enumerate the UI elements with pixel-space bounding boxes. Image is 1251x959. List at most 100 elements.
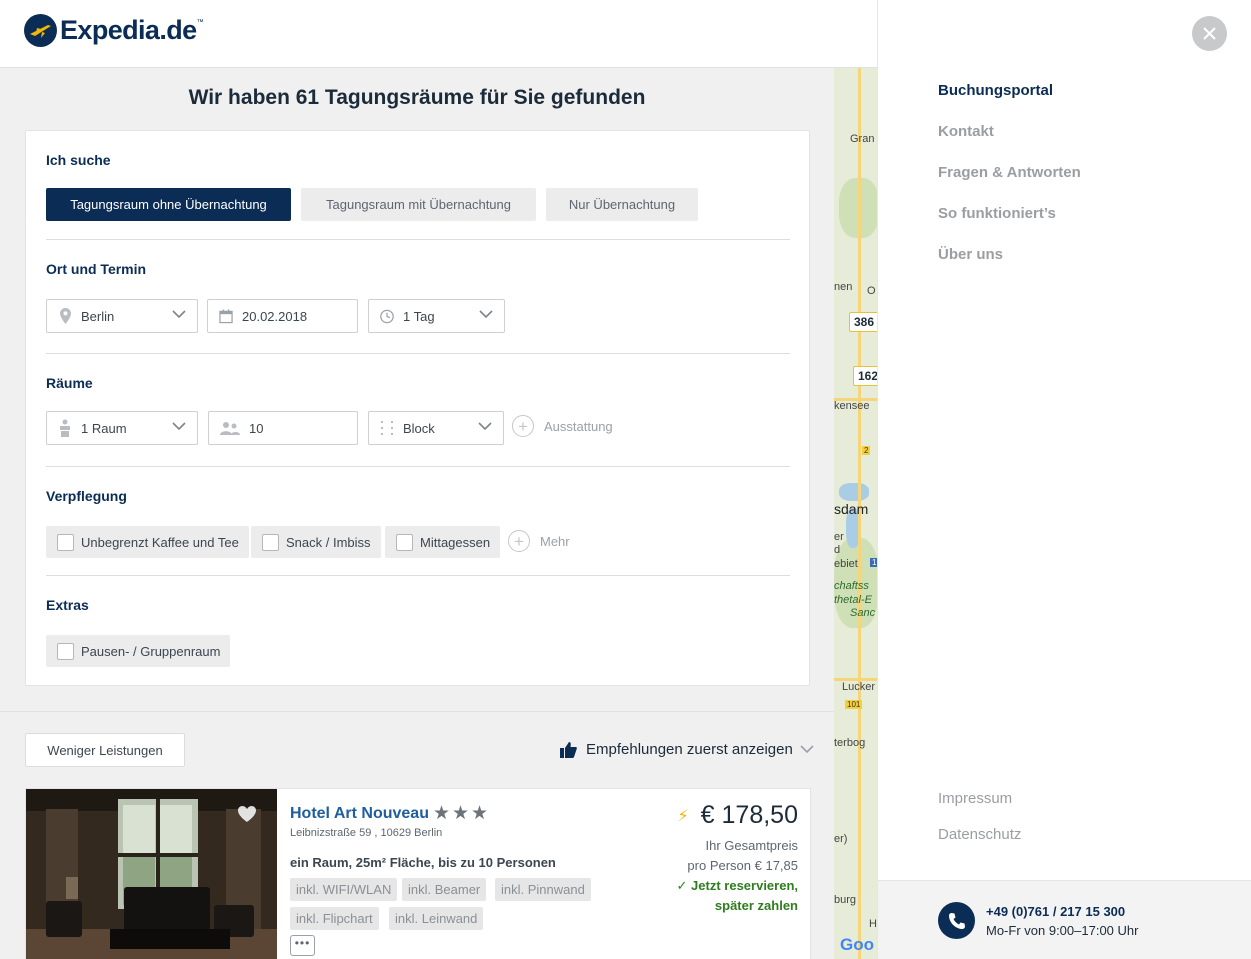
plus-icon: + bbox=[512, 415, 534, 437]
results-map[interactable]: Gran nen O kensee sdam er d ebiet chafts… bbox=[834, 68, 877, 959]
map-label: Lucker bbox=[842, 681, 876, 693]
more-label: Mehr bbox=[540, 533, 570, 549]
logo-trademark: ™ bbox=[196, 19, 204, 26]
feature-tag: inkl. Leinwand bbox=[389, 907, 484, 930]
results-heading-prefix: Wir haben bbox=[188, 86, 296, 109]
total-price: € 178,50 bbox=[700, 801, 798, 829]
menu-item-how-it-works[interactable]: So funktioniert’s bbox=[938, 205, 1056, 222]
map-price-pin[interactable]: 162 bbox=[853, 366, 877, 386]
type-tab-without-overnight[interactable]: Tagungsraum ohne Übernachtung bbox=[46, 188, 291, 221]
seating-select[interactable]: Block bbox=[368, 411, 504, 445]
equipment-label: Ausstattung bbox=[544, 418, 613, 434]
feature-tag: inkl. Flipchart bbox=[290, 907, 379, 930]
plus-icon: + bbox=[508, 530, 530, 552]
map-label: nen bbox=[834, 281, 853, 293]
hotel-photo[interactable] bbox=[26, 789, 277, 959]
feature-tag: inkl. WIFI/WLAN bbox=[290, 878, 398, 901]
results-heading-suffix: für Sie gefunden bbox=[473, 86, 646, 109]
map-label: er bbox=[834, 531, 844, 543]
sort-label: Empfehlungen zuerst anzeigen bbox=[586, 741, 793, 758]
main-app: Expedia.de ™ Gran nen O kensee sdam er d… bbox=[0, 0, 877, 959]
city-value: Berlin bbox=[81, 308, 115, 324]
feature-tag: inkl. Beamer bbox=[402, 878, 487, 901]
hotel-name-link[interactable]: Hotel Art Nouveau ★★★ bbox=[290, 802, 490, 825]
type-tab-overnight-only[interactable]: Nur Übernachtung bbox=[546, 188, 698, 221]
menu-item-faq[interactable]: Fragen & Antworten bbox=[938, 164, 1081, 181]
duration-select[interactable]: 1 Tag bbox=[368, 299, 505, 333]
heart-icon[interactable] bbox=[237, 805, 257, 823]
persons-icon bbox=[220, 420, 240, 436]
seating-value: Block bbox=[403, 420, 435, 436]
catering-label: Snack / Imbiss bbox=[286, 534, 371, 550]
catering-option-snack[interactable]: Snack / Imbiss bbox=[251, 526, 381, 558]
feature-tag: inkl. Pinnwand bbox=[495, 878, 591, 901]
rooms-select[interactable]: 1 Raum bbox=[46, 411, 198, 445]
google-logo: Goo bbox=[840, 935, 874, 954]
phone-icon[interactable] bbox=[938, 902, 975, 939]
duration-value: 1 Tag bbox=[403, 308, 435, 324]
plane-logo-icon bbox=[24, 14, 57, 47]
menu-item-booking-portal[interactable]: Buchungsportal bbox=[938, 82, 1053, 99]
map-label: thetal-E bbox=[834, 594, 872, 606]
catering-label: Mittagessen bbox=[420, 534, 491, 550]
menu-item-about-us[interactable]: Über uns bbox=[938, 246, 1003, 263]
imprint-link[interactable]: Impressum bbox=[938, 790, 1012, 807]
thumbs-up-icon bbox=[560, 741, 577, 758]
checkbox[interactable] bbox=[57, 642, 74, 660]
logo-text: Expedia.de bbox=[60, 15, 197, 45]
divider bbox=[46, 353, 790, 354]
section-heading-catering: Verpflegung bbox=[46, 488, 127, 504]
reserve-line-1: Jetzt reservieren, bbox=[691, 878, 798, 893]
hotel-room-description: ein Raum, 25m² Fläche, bis zu 10 Persone… bbox=[290, 855, 556, 870]
sort-dropdown[interactable]: Empfehlungen zuerst anzeigen bbox=[560, 741, 814, 758]
less-services-button[interactable]: Weniger Leistungen bbox=[25, 733, 185, 767]
calendar-icon bbox=[219, 308, 233, 324]
results-count: 61 Tagungsräume bbox=[295, 86, 474, 109]
room-icon bbox=[58, 419, 72, 437]
extra-option-breakout-room[interactable]: Pausen- / Gruppenraum bbox=[46, 635, 231, 667]
phone-number[interactable]: +49 (0)761 / 217 15 300 bbox=[986, 904, 1125, 919]
map-price-pin[interactable]: 386 bbox=[849, 312, 877, 332]
per-person-price: pro Person € 17,85 bbox=[687, 858, 798, 873]
type-tab-with-overnight[interactable]: Tagungsraum mit Übernachtung bbox=[301, 188, 536, 221]
price-block: ⚡ € 178,50 Ihr Gesamtpreis pro Person € … bbox=[677, 801, 798, 916]
map-label: O bbox=[867, 285, 876, 297]
results-list: Weniger Leistungen Empfehlungen zuerst a… bbox=[0, 711, 834, 959]
extra-label: Pausen- / Gruppenraum bbox=[81, 643, 221, 659]
hotel-address: Leibnizstraße 59 , 10629 Berlin bbox=[290, 827, 443, 839]
checkbox[interactable] bbox=[262, 533, 279, 551]
lightning-icon: ⚡ bbox=[677, 807, 689, 825]
map-label: Gran bbox=[850, 133, 875, 145]
checkbox[interactable] bbox=[57, 533, 74, 551]
add-equipment-button[interactable]: + Ausstattung bbox=[512, 415, 613, 437]
checkbox[interactable] bbox=[396, 533, 413, 551]
section-heading-rooms: Räume bbox=[46, 375, 93, 391]
catering-option-lunch[interactable]: Mittagessen bbox=[385, 526, 501, 558]
chevron-down-icon bbox=[172, 422, 186, 431]
expedia-logo[interactable]: Expedia.de ™ bbox=[24, 14, 204, 47]
section-heading-location: Ort und Termin bbox=[46, 261, 147, 277]
map-label: d bbox=[834, 544, 841, 556]
catering-label: Unbegrenzt Kaffee und Tee bbox=[81, 534, 239, 550]
more-features-button[interactable]: ••• bbox=[290, 935, 315, 956]
close-menu-button[interactable] bbox=[1192, 16, 1227, 51]
privacy-link[interactable]: Datenschutz bbox=[938, 826, 1021, 843]
map-label: sdam bbox=[834, 501, 869, 517]
divider bbox=[46, 239, 790, 240]
header: Expedia.de ™ bbox=[0, 0, 877, 68]
map-label: er) bbox=[834, 833, 848, 845]
persons-field[interactable]: 10 bbox=[208, 411, 358, 445]
menu-item-contact[interactable]: Kontakt bbox=[938, 123, 994, 140]
office-hours: Mo-Fr von 9:00–17:00 Uhr bbox=[986, 923, 1139, 938]
catering-option-coffee[interactable]: Unbegrenzt Kaffee und Tee bbox=[46, 526, 249, 558]
date-field[interactable]: 20.02.2018 bbox=[207, 299, 358, 333]
clock-icon bbox=[380, 308, 394, 324]
reserve-now-notice[interactable]: ✓ Jetzt reservieren, bbox=[677, 876, 798, 896]
more-catering-button[interactable]: + Mehr bbox=[508, 530, 570, 552]
price-row: ⚡ € 178,50 bbox=[677, 801, 798, 830]
divider bbox=[46, 466, 790, 467]
map-label: Sanc bbox=[850, 607, 876, 619]
city-select[interactable]: Berlin bbox=[46, 299, 198, 333]
hotel-result-card[interactable]: Hotel Art Nouveau ★★★ Leibnizstraße 59 ,… bbox=[25, 788, 811, 959]
chevron-down-icon bbox=[800, 745, 814, 754]
